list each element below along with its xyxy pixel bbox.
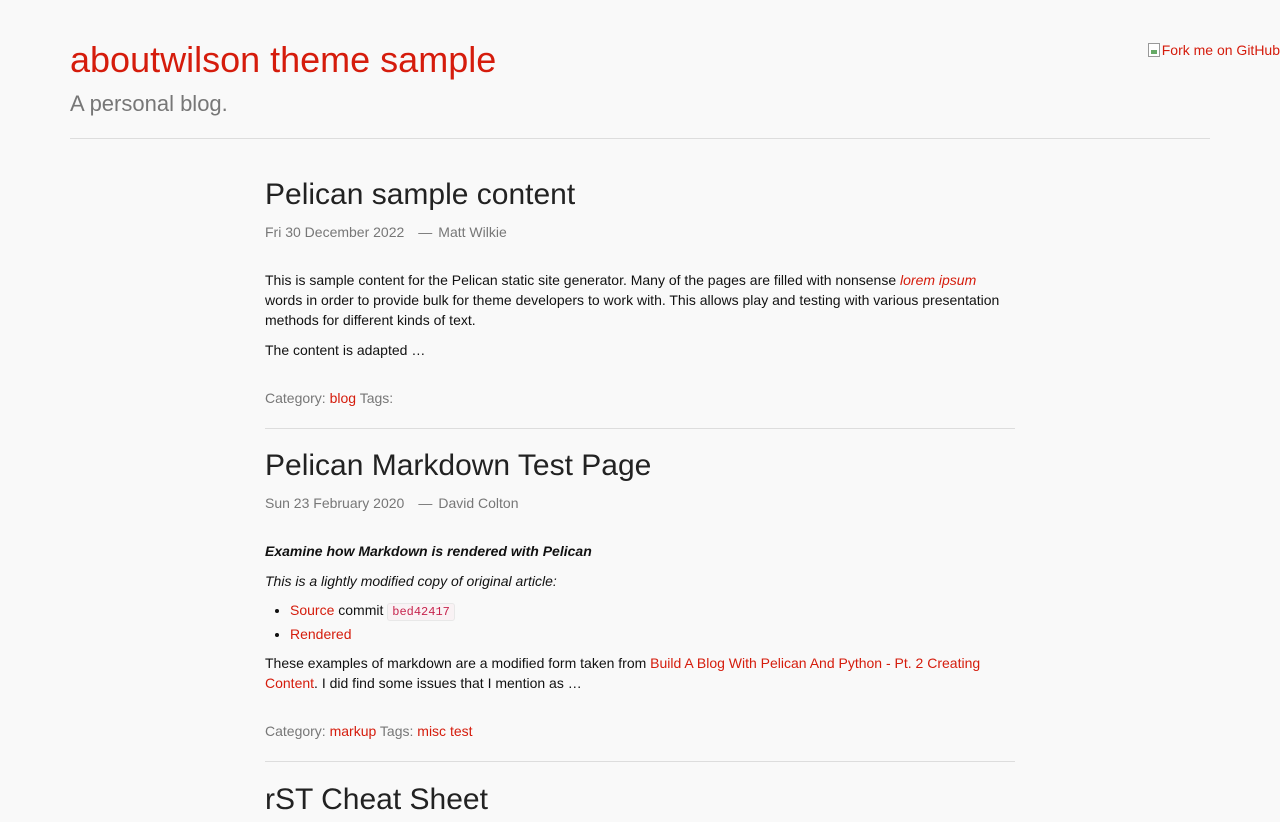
post-footer: Category: blog Tags: (265, 389, 393, 407)
category-link-blog[interactable]: blog (330, 390, 356, 406)
post-title: Pelican Markdown Test Page (265, 449, 651, 483)
intro-text: This is sample content for the Pelican s… (265, 272, 901, 288)
post-footer: Category: markup Tags: misc test (265, 722, 473, 740)
post-paragraph: These examples of markdown are a modifie… (265, 653, 1015, 693)
rendered-link[interactable]: Rendered (290, 626, 352, 642)
tags-label: Tags: (359, 390, 394, 406)
category-label: Category: (265, 723, 326, 739)
post-item: rST Cheat Sheet (265, 762, 1015, 822)
source-list: Source commit bed42417 Rendered (265, 599, 1015, 645)
paragraph-text-continued: . I did find some issues that I mention … (314, 675, 582, 691)
tag-link-misc[interactable]: misc (417, 723, 446, 739)
post-meta: Sun 23 February 2020 — David Colton (265, 494, 518, 512)
category-label: Category: (265, 390, 326, 406)
paragraph-text: These examples of markdown are a modifie… (265, 655, 651, 671)
list-item: Rendered (290, 623, 1015, 645)
post-summary-text: The content is adapted … (265, 342, 426, 358)
site-title: aboutwilson theme sample (70, 39, 496, 81)
post-item: Pelican sample content Fri 30 December 2… (265, 139, 1015, 429)
post-title: Pelican sample content (265, 178, 575, 212)
meta-separator: — (418, 224, 433, 240)
tag-link-test[interactable]: test (450, 723, 473, 739)
post-title-link[interactable]: Pelican sample content (265, 178, 575, 211)
post-title-link[interactable]: Pelican Markdown Test Page (265, 449, 651, 482)
post-meta: Fri 30 December 2022 — Matt Wilkie (265, 223, 507, 241)
list-item: Source commit bed42417 (290, 599, 1015, 623)
site-title-link[interactable]: aboutwilson theme sample (70, 39, 496, 80)
meta-separator: — (418, 495, 433, 511)
post-list: Pelican sample content Fri 30 December 2… (265, 139, 1015, 822)
post-date: Sun 23 February 2020 (265, 495, 405, 511)
post-item: Pelican Markdown Test Page Sun 23 Februa… (265, 429, 1015, 762)
intro-text-continued: words in order to provide bulk for theme… (265, 292, 1000, 328)
tags-label: Tags: (379, 723, 414, 739)
site-header: aboutwilson theme sample A personal blog… (70, 0, 1210, 139)
commit-word: commit (334, 602, 388, 618)
source-link[interactable]: Source (290, 602, 334, 618)
post-lead: Examine how Markdown is rendered with Pe… (265, 543, 592, 559)
post-summary: This is sample content for the Pelican s… (265, 270, 1015, 360)
commit-hash: bed42417 (387, 603, 455, 621)
post-note: This is a lightly modified copy of origi… (265, 573, 557, 589)
post-author: Matt Wilkie (438, 224, 507, 240)
post-summary: Examine how Markdown is rendered with Pe… (265, 541, 1015, 693)
site-subtitle: A personal blog. (70, 91, 228, 116)
post-intro: This is sample content for the Pelican s… (265, 270, 1015, 330)
post-title: rST Cheat Sheet (265, 783, 488, 817)
post-date: Fri 30 December 2022 (265, 224, 405, 240)
post-author: David Colton (438, 495, 519, 511)
category-link-markup[interactable]: markup (330, 723, 377, 739)
lorem-ipsum-link[interactable]: lorem ipsum (900, 272, 976, 288)
